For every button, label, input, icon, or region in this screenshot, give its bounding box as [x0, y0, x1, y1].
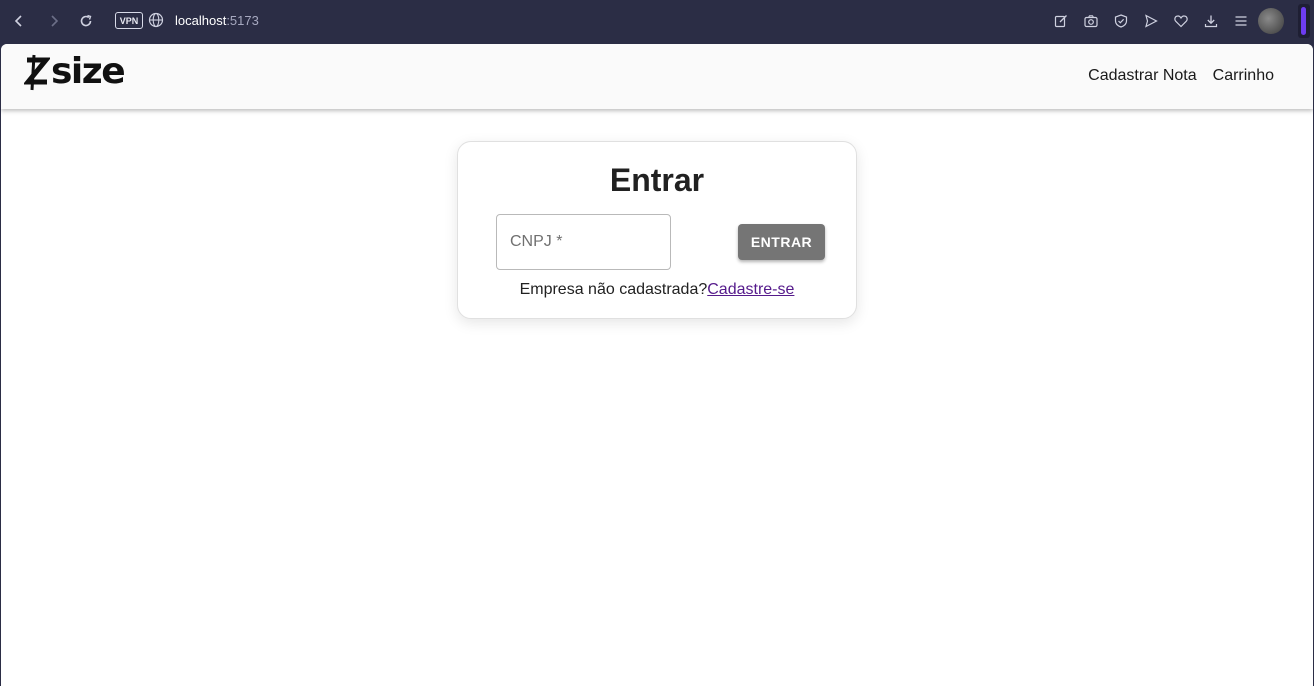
vpn-badge[interactable]: VPN	[115, 12, 143, 29]
menu-icon	[1235, 16, 1247, 26]
logo-text: size	[51, 51, 126, 92]
chevron-right-icon	[51, 15, 59, 27]
page-viewport: size Cadastrar Nota Carrinho Entrar ENTR…	[1, 44, 1313, 686]
heart-icon	[1174, 15, 1188, 28]
back-button[interactable]	[9, 11, 29, 31]
send-icon	[1145, 14, 1158, 28]
edit-page-button[interactable]	[1052, 12, 1070, 30]
send-button[interactable]	[1142, 12, 1160, 30]
pencil-icon	[1054, 15, 1067, 28]
menu-button[interactable]	[1232, 12, 1250, 30]
login-card: Entrar ENTRAR Empresa não cadastrada?Cad…	[457, 141, 857, 319]
size-logo[interactable]: size	[24, 51, 126, 93]
sidebar-toggle[interactable]	[1298, 4, 1310, 38]
nav-link-carrinho[interactable]: Carrinho	[1213, 67, 1274, 85]
signup-prompt-text: Empresa não cadastrada?	[519, 281, 708, 298]
shield-icon	[1114, 14, 1128, 28]
adblock-button[interactable]	[1112, 12, 1130, 30]
url-port: :5173	[226, 13, 259, 28]
globe-icon	[148, 12, 164, 28]
chevron-left-icon	[14, 15, 22, 27]
signup-prompt-line: Empresa não cadastrada?Cadastre-se	[458, 281, 856, 299]
cnpj-field[interactable]	[496, 214, 671, 270]
app-header: size Cadastrar Nota Carrinho	[1, 44, 1313, 109]
camera-icon	[1084, 15, 1098, 28]
header-nav: Cadastrar Nota Carrinho	[1088, 67, 1274, 85]
browser-toolbar: VPN localhost:5173	[0, 0, 1314, 42]
enter-button[interactable]: ENTRAR	[738, 224, 825, 260]
profile-avatar[interactable]	[1258, 8, 1284, 34]
forward-button[interactable]	[44, 11, 64, 31]
address-bar[interactable]: localhost:5173	[175, 13, 259, 28]
reload-icon	[80, 14, 92, 27]
reload-button[interactable]	[76, 11, 96, 31]
screenshot-button[interactable]	[1082, 12, 1100, 30]
favorites-button[interactable]	[1172, 12, 1190, 30]
nav-link-cadastrar-nota[interactable]: Cadastrar Nota	[1088, 67, 1197, 85]
url-host: localhost	[175, 13, 227, 28]
login-title: Entrar	[609, 162, 705, 198]
logo-mark-icon	[24, 54, 50, 91]
signup-link[interactable]: Cadastre-se	[707, 281, 794, 298]
downloads-button[interactable]	[1202, 12, 1220, 30]
download-icon	[1204, 15, 1218, 28]
